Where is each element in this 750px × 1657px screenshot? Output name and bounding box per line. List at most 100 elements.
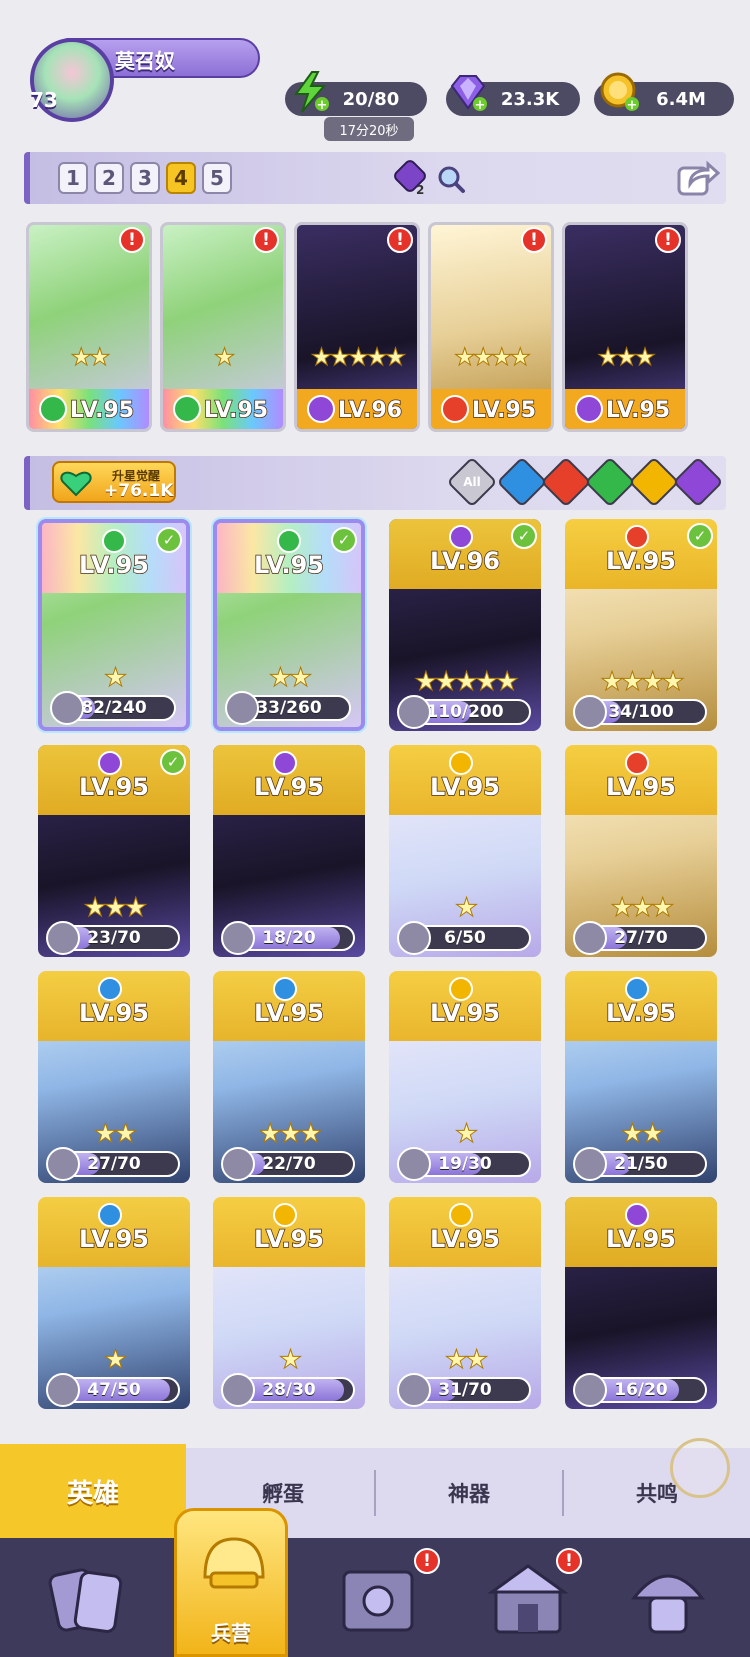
filter-all[interactable]: All (446, 456, 498, 508)
hero-stars: ★★ (93, 1119, 138, 1150)
hero-shard-count: 27/70 (87, 1154, 141, 1174)
nav-book[interactable]: ! (334, 1548, 440, 1642)
team-slot-level: LV.95 (203, 397, 269, 424)
barracks-helmet-icon (203, 1537, 265, 1589)
nav-guild[interactable] (624, 1558, 712, 1642)
hero-level: LV.95 (253, 772, 324, 802)
filter-light-icon[interactable] (628, 456, 680, 508)
hero-card[interactable]: LV.95 ★★★ 27/70 (565, 745, 717, 957)
tab-heroes[interactable]: 英雄 (0, 1444, 186, 1538)
hero-card[interactable]: LV.95 ✓ ★★ 33/260 (213, 519, 365, 731)
hero-level: LV.95 (429, 772, 500, 802)
team-slot[interactable]: ★★★ LV.95! (562, 222, 688, 432)
hero-card[interactable]: LV.95 ✓ ★ 82/240 (38, 519, 190, 731)
hero-card[interactable]: LV.95 ★ 19/30 (389, 971, 541, 1183)
hero-shard-progress: 47/50 (46, 1373, 180, 1407)
hero-card[interactable]: LV.95 ★★★ 22/70 (213, 971, 365, 1183)
energy-timer: 17分20秒 (324, 117, 414, 141)
hero-level: LV.95 (253, 1224, 324, 1254)
hero-shard-count: 82/240 (81, 698, 147, 718)
hero-shard-count: 33/260 (256, 698, 322, 718)
hero-card[interactable]: LV.95 16/20 (565, 1197, 717, 1409)
hero-stars: ★★★★★ (414, 667, 520, 698)
hero-shard-count: 27/70 (614, 928, 668, 948)
top-bar: 73 莫召奴 20/80 + 17分20秒 23.3K + 6.4M + (0, 0, 750, 141)
team-tab-4[interactable]: 4 (166, 162, 196, 194)
hero-shard-progress: 18/20 (221, 921, 355, 955)
nature-element-icon (277, 529, 301, 553)
team-tab-3[interactable]: 3 (130, 162, 160, 194)
hero-card[interactable]: LV.95 ★★ 31/70 (389, 1197, 541, 1409)
hero-shard-progress: 31/70 (397, 1373, 531, 1407)
hero-card[interactable]: LV.95 ✓ ★★★★ 34/100 (565, 519, 717, 731)
team-slot[interactable]: ★★★★★ LV.96! (294, 222, 420, 432)
hero-level: LV.95 (78, 998, 149, 1028)
hero-stars: ★★★ (610, 893, 675, 924)
team-tab-5[interactable]: 5 (202, 162, 232, 194)
team-slot-stars: ★ (213, 343, 235, 372)
cards-icon (48, 1568, 123, 1633)
team-slot[interactable]: ★ LV.95! (160, 222, 286, 432)
star-awaken-button[interactable]: 升星觉醒 +76.1K (52, 461, 176, 503)
filter-fire-icon[interactable] (540, 456, 592, 508)
nav-cards[interactable] (44, 1558, 132, 1642)
filter-all-label: All (463, 475, 481, 489)
player-name: 莫召奴 (115, 49, 175, 73)
team-slot-level: LV.95 (471, 397, 537, 424)
filter-dark-icon[interactable] (672, 456, 724, 508)
heart-icon (60, 471, 92, 497)
team-slot[interactable]: ★★★★ LV.95! (428, 222, 554, 432)
hero-stars: ★★ (620, 1119, 665, 1150)
shard-icon (573, 1373, 607, 1407)
hero-shard-progress: 22/70 (221, 1147, 355, 1181)
share-icon[interactable] (676, 158, 720, 198)
energy-value: 20/80 (342, 88, 400, 110)
hero-card[interactable]: LV.95 ★★ 27/70 (38, 971, 190, 1183)
water-element-icon (625, 977, 649, 1001)
book-icon (342, 1570, 414, 1632)
hero-card[interactable]: LV.95 ★★ 21/50 (565, 971, 717, 1183)
shard-icon (397, 1373, 431, 1407)
team-tab-2[interactable]: 2 (94, 162, 124, 194)
hero-shard-count: 16/20 (614, 1380, 668, 1400)
search-icon[interactable] (436, 164, 466, 194)
hero-stars: ★ (103, 1345, 127, 1376)
nav-barracks[interactable]: 兵营 (174, 1508, 288, 1657)
energy-bolt-icon: + (294, 71, 329, 113)
shard-icon (46, 1373, 80, 1407)
dark-element-icon (449, 525, 473, 549)
hero-selected-check-icon: ✓ (156, 527, 182, 553)
filter-nature-icon[interactable] (584, 456, 636, 508)
hero-card[interactable]: LV.95 ★ 6/50 (389, 745, 541, 957)
hero-stars: ★ (278, 1345, 302, 1376)
team-dark-gem-icon[interactable]: 2 (390, 158, 430, 198)
hero-card[interactable]: LV.95 ★ 28/30 (213, 1197, 365, 1409)
dark-element-icon (98, 751, 122, 775)
hero-level: LV.95 (78, 550, 149, 580)
svg-text:+: + (627, 98, 638, 113)
tab-artifacts[interactable]: 神器 (376, 1448, 562, 1538)
hero-card[interactable]: LV.96 ✓ ★★★★★ 110/200 (389, 519, 541, 731)
hero-stars: ★ (454, 893, 478, 924)
hero-card[interactable]: LV.95 18/20 (213, 745, 365, 957)
hero-shard-progress: 6/50 (397, 921, 531, 955)
hero-shard-progress: 28/30 (221, 1373, 355, 1407)
hero-shard-progress: 34/100 (573, 695, 707, 729)
light-element-icon (273, 1203, 297, 1227)
nav-barracks-label: 兵营 (211, 1621, 251, 1645)
hero-level: LV.95 (605, 1224, 676, 1254)
team-slot[interactable]: ★★ LV.95! (26, 222, 152, 432)
floating-menu-button[interactable] (670, 1438, 730, 1498)
nav-shop[interactable]: ! (484, 1548, 582, 1642)
filter-water-icon[interactable] (496, 456, 548, 508)
awaken-value: +76.1K (104, 481, 174, 501)
hero-card[interactable]: LV.95 ✓ ★★★ 23/70 (38, 745, 190, 957)
team-tab-1[interactable]: 1 (58, 162, 88, 194)
hero-stars: ★ (103, 663, 127, 694)
hero-shard-count: 6/50 (444, 928, 486, 948)
hero-card[interactable]: LV.95 ★ 47/50 (38, 1197, 190, 1409)
team-slot-alert-badge: ! (655, 227, 681, 253)
shard-icon (397, 695, 431, 729)
hero-shard-progress: 23/70 (46, 921, 180, 955)
shard-icon (221, 921, 255, 955)
